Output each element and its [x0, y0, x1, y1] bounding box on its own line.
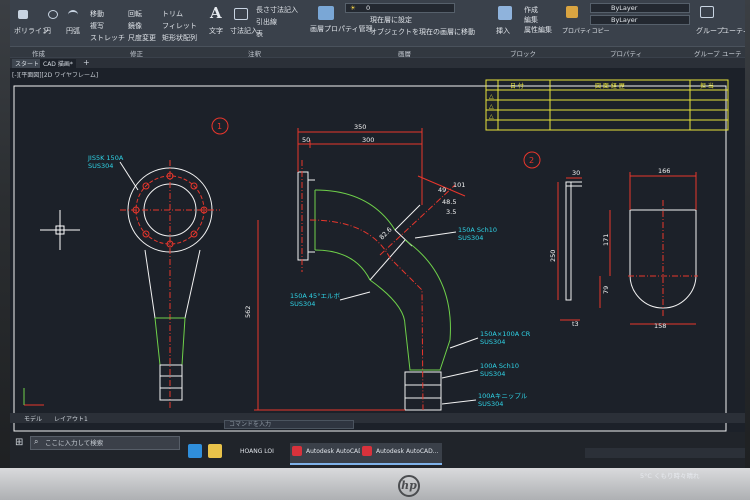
dim-350: 350: [354, 123, 366, 131]
search-icon: ⌕: [34, 437, 39, 446]
dim-79: 79: [602, 286, 610, 294]
dim-562: 562: [244, 306, 252, 318]
flange-front-view: [120, 160, 220, 410]
dim-300: 300: [362, 136, 374, 144]
dim-158: 158: [654, 322, 666, 330]
svg-text:150A 45°エルボ: 150A 45°エルボ: [290, 292, 340, 300]
title-col-history: 図 面 経 歴: [595, 82, 625, 90]
svg-text:100A Sch10: 100A Sch10: [480, 362, 519, 370]
tab-model[interactable]: モデル: [24, 414, 42, 423]
revision-triangle-icon: △: [489, 113, 494, 120]
label-elbow: 150A 45°エルボ SUS304: [290, 291, 371, 308]
bracket-view: [565, 181, 698, 318]
taskbar-app-autocad-2[interactable]: Autodesk AutoCAD...: [360, 443, 442, 465]
revision-triangle-icon: △: [489, 93, 494, 100]
dim-82-6: 82.6: [378, 226, 394, 242]
svg-text:1: 1: [217, 122, 222, 131]
label-pipe-100: 100A Sch10 SUS304: [441, 362, 519, 379]
folder-icon[interactable]: [208, 444, 222, 458]
label-pipe: 150A Sch10 SUS304: [414, 226, 497, 242]
svg-text:150A×100A CR: 150A×100A CR: [480, 330, 531, 338]
taskbar-search[interactable]: ここに入力して検索: [30, 436, 180, 450]
svg-text:JIS5K 150A: JIS5K 150A: [87, 154, 124, 162]
label-reducer: 150A×100A CR SUS304: [449, 330, 531, 349]
tab-layout1[interactable]: レイアウト1: [54, 414, 88, 423]
svg-text:SUS304: SUS304: [458, 234, 483, 242]
label-nipple: 100Aキニップル SUS304: [441, 392, 528, 408]
dim-166: 166: [658, 167, 670, 175]
dim-171: 171: [602, 234, 610, 246]
svg-text:100Aキニップル: 100Aキニップル: [478, 392, 528, 400]
svg-text:2: 2: [529, 156, 534, 165]
view-marker-1: 1: [211, 117, 229, 135]
command-line[interactable]: コマンドを入力: [224, 420, 354, 429]
monitor-chin: [0, 468, 750, 500]
windows-start-icon[interactable]: ⊞: [15, 437, 23, 448]
taskbar-app-folder[interactable]: HOANG LOI: [224, 443, 277, 465]
cursor-crosshair: [40, 210, 80, 250]
dim-101: 101: [453, 181, 465, 189]
dim-t3: t3: [572, 320, 579, 328]
svg-text:SUS304: SUS304: [478, 400, 503, 408]
svg-text:SUS304: SUS304: [480, 370, 505, 378]
autocad-icon: [362, 446, 372, 456]
screen: ポリライン 円 円弧 移動 複写 ストレッチ 回転 鏡像 尺度変更 トリム フィ…: [10, 0, 745, 470]
view-marker-2: 2: [523, 151, 541, 169]
hp-logo: hp: [398, 475, 420, 497]
dim-250: 250: [549, 250, 557, 262]
dim-50: 50: [302, 136, 310, 144]
status-bar: [585, 448, 745, 458]
title-col-date: 日 付: [510, 82, 524, 90]
dim-3-5: 3.5: [446, 208, 456, 216]
weather-status[interactable]: 5°C くもり時々晴れ: [640, 470, 700, 480]
autocad-icon: [292, 446, 302, 456]
svg-text:150A Sch10: 150A Sch10: [458, 226, 497, 234]
revision-triangle-icon: △: [489, 103, 494, 110]
edge-icon[interactable]: [188, 444, 202, 458]
dim-49: 49: [438, 186, 446, 194]
title-block: 日 付 図 面 経 歴 担 当 △ △ △: [485, 79, 729, 131]
layout-tabs: モデル レイアウト1: [10, 413, 745, 423]
ucs-icon: [23, 388, 44, 406]
svg-text:SUS304: SUS304: [290, 300, 315, 308]
svg-text:SUS304: SUS304: [480, 338, 505, 346]
pipe-side-view: [297, 160, 456, 411]
title-col-person: 担 当: [700, 82, 714, 90]
svg-text:SUS304: SUS304: [88, 162, 113, 170]
dim-48-5: 48.5: [442, 198, 456, 206]
label-flange: JIS5K 150A SUS304: [87, 154, 139, 191]
dim-30: 30: [572, 169, 580, 177]
drawing-canvas[interactable]: 日 付 図 面 経 歴 担 当 △ △ △ 1 2 JIS5K 150A SUS…: [10, 0, 745, 470]
